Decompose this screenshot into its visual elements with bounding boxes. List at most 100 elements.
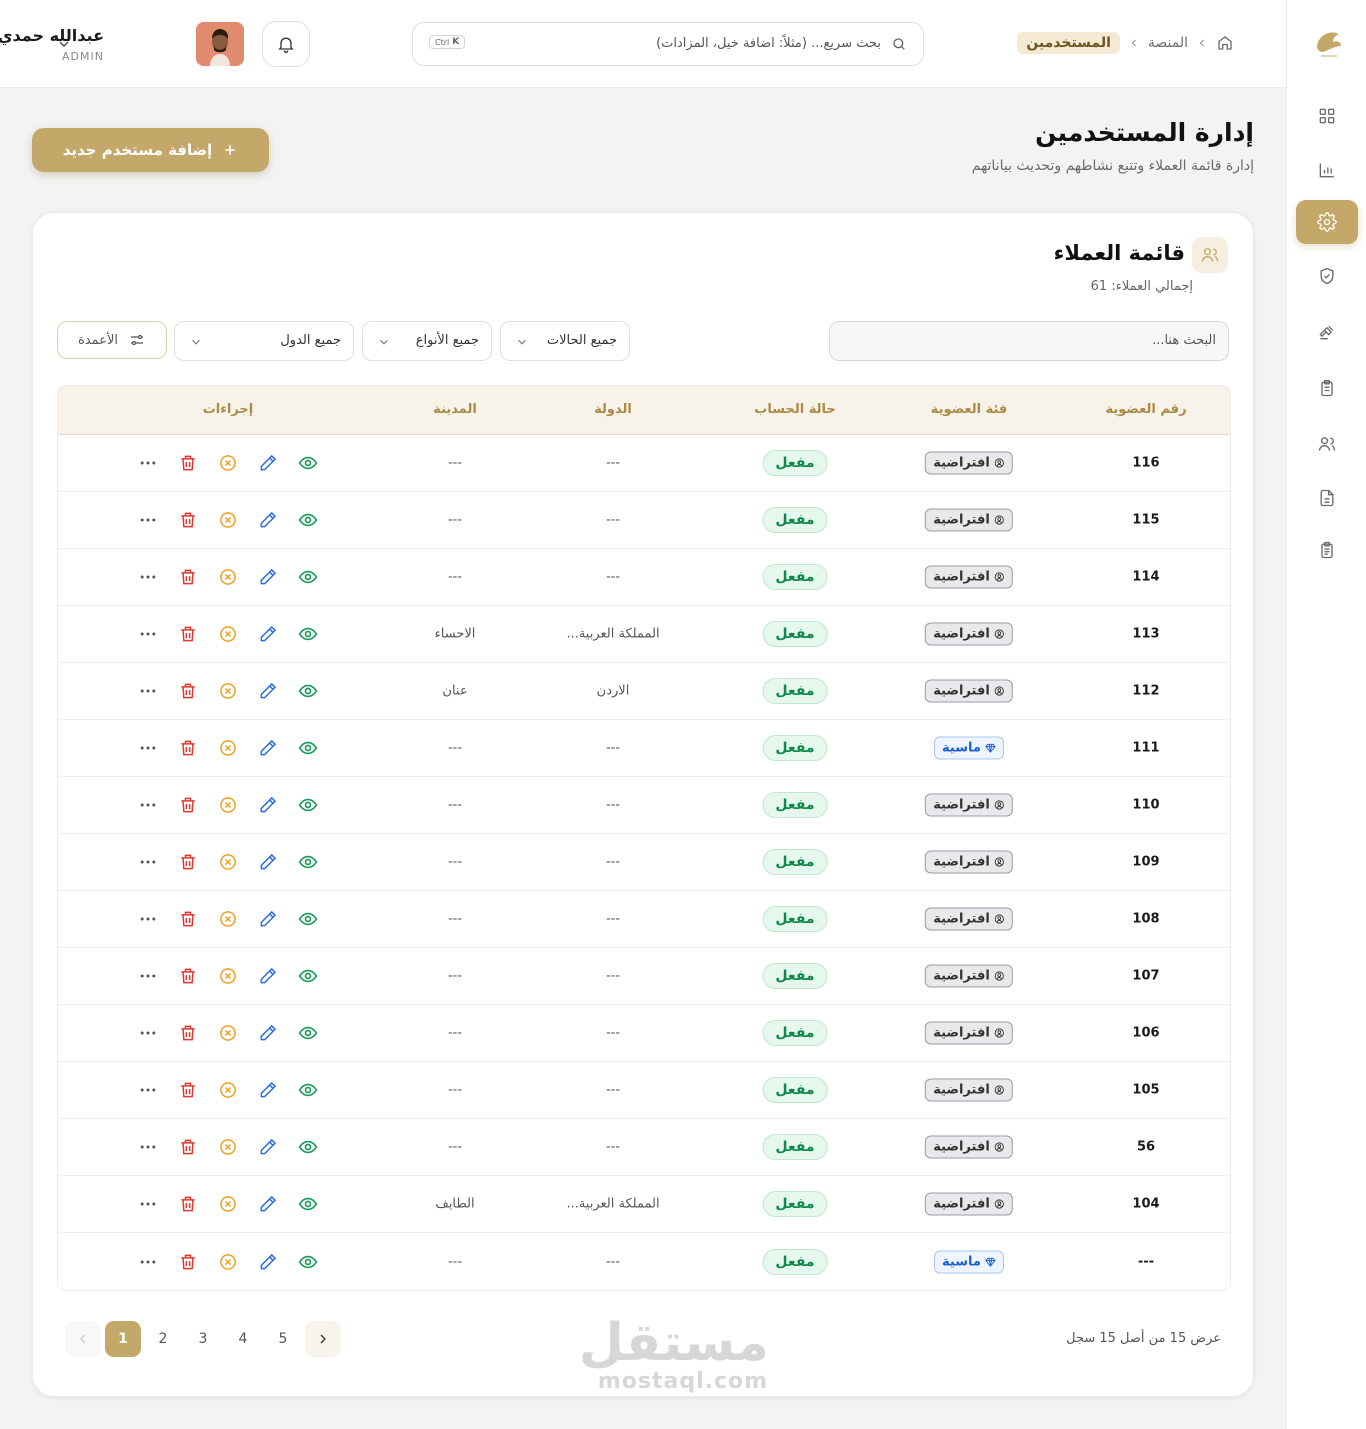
delete-icon[interactable] (178, 1080, 198, 1100)
more-icon[interactable] (138, 852, 158, 872)
edit-icon[interactable] (258, 966, 278, 986)
view-icon[interactable] (298, 1137, 318, 1157)
status-filter-select[interactable]: جميع الحالات (500, 321, 630, 361)
sidebar-item-security[interactable] (1296, 254, 1358, 298)
cancel-icon[interactable] (218, 966, 238, 986)
view-icon[interactable] (298, 1194, 318, 1214)
more-icon[interactable] (138, 1252, 158, 1272)
view-icon[interactable] (298, 852, 318, 872)
delete-icon[interactable] (178, 1252, 198, 1272)
home-icon[interactable] (1216, 34, 1234, 52)
next-page-button[interactable] (305, 1321, 341, 1357)
more-icon[interactable] (138, 1080, 158, 1100)
country-filter-select[interactable]: جميع الدول (174, 321, 354, 361)
edit-icon[interactable] (258, 1023, 278, 1043)
delete-icon[interactable] (178, 852, 198, 872)
more-icon[interactable] (138, 1194, 158, 1214)
edit-icon[interactable] (258, 852, 278, 872)
notifications-button[interactable] (262, 21, 310, 67)
view-icon[interactable] (298, 966, 318, 986)
sidebar-item-settings[interactable] (1296, 200, 1358, 244)
cancel-icon[interactable] (218, 1080, 238, 1100)
delete-icon[interactable] (178, 795, 198, 815)
page-button[interactable]: 5 (265, 1321, 301, 1357)
edit-icon[interactable] (258, 681, 278, 701)
header-status[interactable]: حالة الحساب (754, 402, 835, 417)
view-icon[interactable] (298, 567, 318, 587)
view-icon[interactable] (298, 624, 318, 644)
edit-icon[interactable] (258, 1080, 278, 1100)
more-icon[interactable] (138, 510, 158, 530)
more-icon[interactable] (138, 624, 158, 644)
cancel-icon[interactable] (218, 852, 238, 872)
cancel-icon[interactable] (218, 1137, 238, 1157)
more-icon[interactable] (138, 1023, 158, 1043)
more-icon[interactable] (138, 909, 158, 929)
delete-icon[interactable] (178, 624, 198, 644)
view-icon[interactable] (298, 1080, 318, 1100)
edit-icon[interactable] (258, 1137, 278, 1157)
page-button[interactable]: 2 (145, 1321, 181, 1357)
edit-icon[interactable] (258, 1252, 278, 1272)
edit-icon[interactable] (258, 567, 278, 587)
view-icon[interactable] (298, 738, 318, 758)
cancel-icon[interactable] (218, 738, 238, 758)
delete-icon[interactable] (178, 1194, 198, 1214)
header-city[interactable]: المدينة (433, 402, 477, 417)
cancel-icon[interactable] (218, 909, 238, 929)
breadcrumb-platform[interactable]: المنصة (1148, 35, 1188, 51)
more-icon[interactable] (138, 1137, 158, 1157)
edit-icon[interactable] (258, 738, 278, 758)
sidebar-item-orders[interactable] (1296, 366, 1358, 410)
view-icon[interactable] (298, 681, 318, 701)
prev-page-button[interactable] (65, 1321, 101, 1357)
page-button[interactable]: 1 (105, 1321, 141, 1357)
sidebar-item-reports[interactable] (1296, 148, 1358, 192)
more-icon[interactable] (138, 453, 158, 473)
header-country[interactable]: الدولة (594, 402, 632, 417)
type-filter-select[interactable]: جميع الأنواع (362, 321, 492, 361)
more-icon[interactable] (138, 681, 158, 701)
edit-icon[interactable] (258, 453, 278, 473)
avatar[interactable] (196, 22, 244, 66)
view-icon[interactable] (298, 510, 318, 530)
cancel-icon[interactable] (218, 1023, 238, 1043)
delete-icon[interactable] (178, 681, 198, 701)
view-icon[interactable] (298, 1252, 318, 1272)
cancel-icon[interactable] (218, 795, 238, 815)
header-id[interactable]: رقم العضوية (1105, 402, 1186, 417)
delete-icon[interactable] (178, 1137, 198, 1157)
delete-icon[interactable] (178, 453, 198, 473)
columns-button[interactable]: الأعمدة (57, 321, 167, 359)
header-tier[interactable]: فئة العضوية (931, 402, 1008, 417)
edit-icon[interactable] (258, 510, 278, 530)
view-icon[interactable] (298, 1023, 318, 1043)
chevron-down-icon[interactable] (56, 36, 72, 52)
quick-search-input[interactable]: بحث سريع... (مثلاً: اضافة خيل، المزادات)… (412, 22, 924, 66)
sidebar-item-users[interactable] (1296, 422, 1358, 466)
cancel-icon[interactable] (218, 567, 238, 587)
more-icon[interactable] (138, 795, 158, 815)
sidebar-item-dashboard[interactable] (1296, 94, 1358, 138)
delete-icon[interactable] (178, 738, 198, 758)
view-icon[interactable] (298, 909, 318, 929)
delete-icon[interactable] (178, 510, 198, 530)
delete-icon[interactable] (178, 1023, 198, 1043)
more-icon[interactable] (138, 966, 158, 986)
sidebar-item-tasks[interactable] (1296, 528, 1358, 572)
cancel-icon[interactable] (218, 453, 238, 473)
brand-logo[interactable] (1311, 24, 1345, 62)
sidebar-item-documents[interactable] (1296, 476, 1358, 520)
edit-icon[interactable] (258, 624, 278, 644)
cancel-icon[interactable] (218, 681, 238, 701)
view-icon[interactable] (298, 453, 318, 473)
delete-icon[interactable] (178, 909, 198, 929)
page-button[interactable]: 4 (225, 1321, 261, 1357)
cancel-icon[interactable] (218, 1194, 238, 1214)
table-search-input[interactable]: البحث هنا... (829, 321, 1229, 361)
delete-icon[interactable] (178, 966, 198, 986)
more-icon[interactable] (138, 738, 158, 758)
edit-icon[interactable] (258, 1194, 278, 1214)
sidebar-item-auctions[interactable] (1296, 310, 1358, 354)
add-user-button[interactable]: إضافة مستخدم جديد (32, 128, 269, 172)
